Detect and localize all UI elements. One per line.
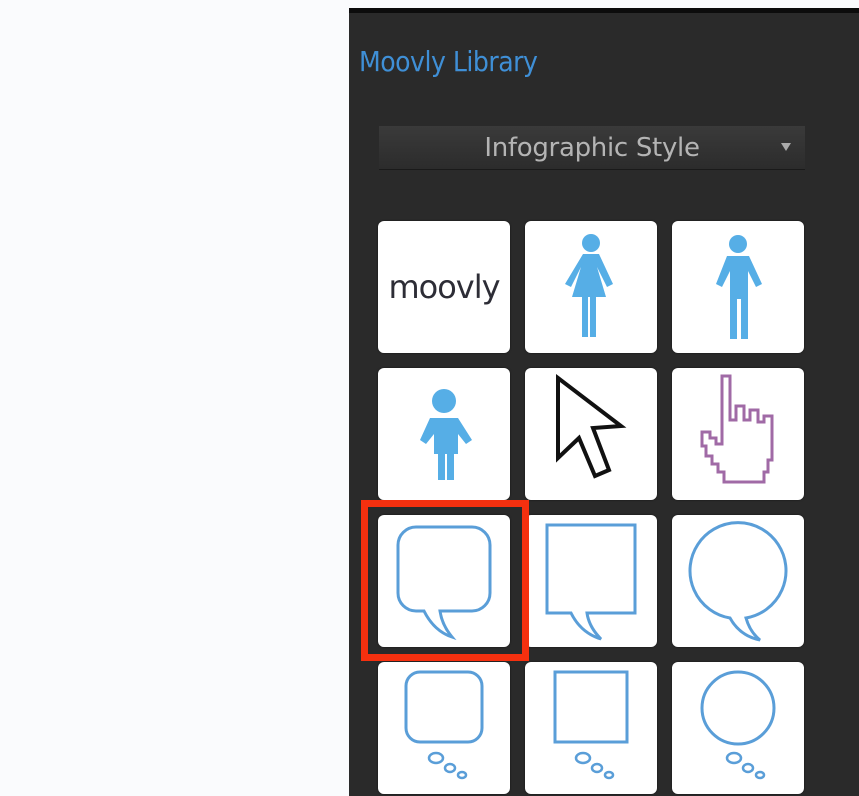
hand-pointer-icon xyxy=(700,374,774,484)
moovly-logo-icon: moovly xyxy=(388,268,500,306)
library-title: Moovly Library xyxy=(359,45,538,78)
woman-figure-icon xyxy=(565,234,613,337)
rounded-thought-bubble-icon xyxy=(404,670,484,780)
man-figure-icon xyxy=(716,235,762,339)
library-item-child[interactable] xyxy=(378,368,510,500)
library-item-round-speech-bubble[interactable] xyxy=(672,515,804,647)
style-dropdown[interactable]: Infographic Style xyxy=(379,126,805,170)
library-item-round-thought-bubble[interactable] xyxy=(672,662,804,794)
rounded-speech-bubble-icon xyxy=(396,525,492,641)
library-item-rounded-speech-bubble[interactable] xyxy=(378,515,510,647)
square-speech-bubble-icon xyxy=(545,523,637,641)
library-item-rounded-thought-bubble[interactable] xyxy=(378,662,510,794)
library-item-woman[interactable] xyxy=(525,221,657,353)
library-item-moovly-logo[interactable]: moovly xyxy=(378,221,510,353)
library-item-man[interactable] xyxy=(672,221,804,353)
round-speech-bubble-icon xyxy=(688,521,788,642)
style-dropdown-label: Infographic Style xyxy=(484,132,700,163)
square-thought-bubble-icon xyxy=(553,670,629,780)
cursor-arrow-icon xyxy=(556,373,627,479)
library-item-square-speech-bubble[interactable] xyxy=(525,515,657,647)
library-item-square-thought-bubble[interactable] xyxy=(525,662,657,794)
child-figure-icon xyxy=(420,389,472,480)
chevron-down-icon xyxy=(781,143,791,151)
library-item-cursor[interactable] xyxy=(525,368,657,500)
round-thought-bubble-icon xyxy=(700,670,776,780)
library-item-hand[interactable] xyxy=(672,368,804,500)
